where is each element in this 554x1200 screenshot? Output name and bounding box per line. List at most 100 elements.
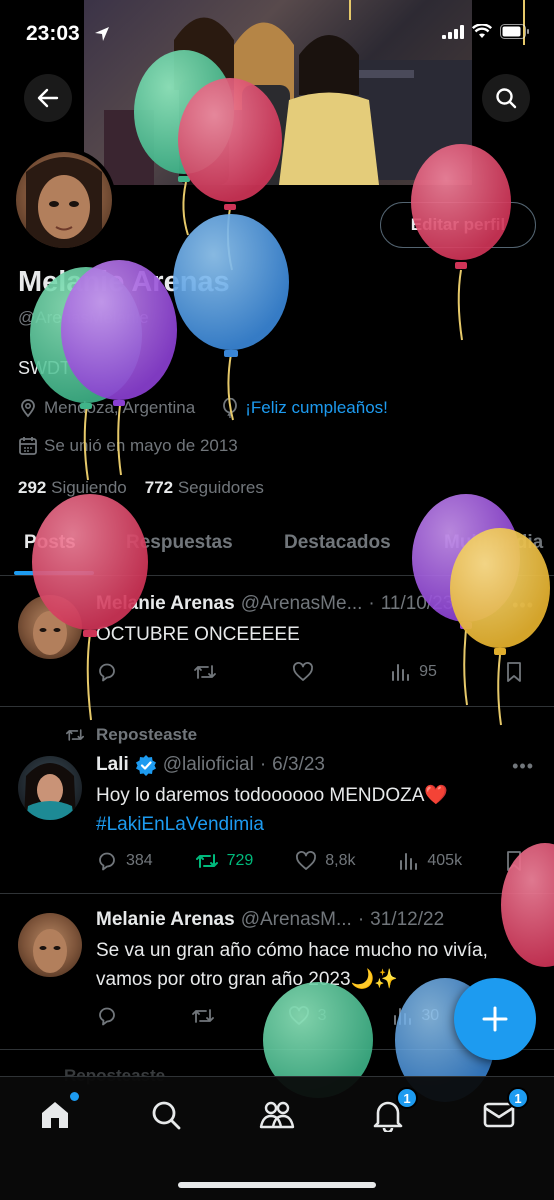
communities-icon <box>259 1101 295 1129</box>
tweet-item[interactable]: Melanie Arenas @ArenasMe... · 11/10/23 •… <box>0 577 554 707</box>
tweet-more-button[interactable]: ••• <box>512 756 534 777</box>
profile-location: Mendoza, Argentina <box>44 398 196 417</box>
plus-icon <box>482 1006 508 1032</box>
tweet-text: Hoy lo daremos todoooooo MENDOZA❤️ #Laki… <box>96 781 516 839</box>
balloon-icon <box>223 398 238 418</box>
tweet-author-name[interactable]: Melanie Arenas <box>96 909 235 931</box>
nav-home[interactable] <box>35 1092 79 1135</box>
follow-stats: 292 Siguiendo 772 Seguidores <box>18 478 264 498</box>
home-dot-badge <box>70 1092 79 1101</box>
tweet-actions: 384 729 8,8k 405k <box>96 850 528 872</box>
search-button[interactable] <box>482 74 530 122</box>
tweet-avatar[interactable] <box>18 595 82 659</box>
views-count: 405k <box>427 852 463 869</box>
tweet-more-button[interactable]: ••• <box>512 595 534 616</box>
like-icon <box>288 1006 309 1025</box>
repost-icon <box>191 1009 214 1023</box>
like-button[interactable] <box>292 661 322 683</box>
nav-search[interactable] <box>146 1095 186 1135</box>
like-count: 3 <box>317 1007 327 1024</box>
views-icon <box>392 664 410 681</box>
tweet-header: Lali @lalioficial · 6/3/23 <box>96 754 325 776</box>
repost-button[interactable] <box>193 661 225 683</box>
reply-button[interactable] <box>96 661 126 683</box>
tab-replies[interactable]: Respuestas <box>126 532 233 554</box>
search-icon <box>496 88 517 109</box>
tab-posts[interactable]: Posts <box>24 532 76 554</box>
repost-indicator: Reposteaste <box>64 725 197 745</box>
profile-avatar[interactable] <box>12 148 116 252</box>
battery-icon <box>500 24 530 39</box>
tweet-author-name[interactable]: Melanie Arenas <box>96 593 235 615</box>
home-indicator[interactable] <box>178 1182 376 1188</box>
like-button[interactable]: 3 <box>288 1005 327 1027</box>
location-pin-icon <box>21 399 35 418</box>
signal-icon <box>442 24 464 39</box>
edit-profile-button[interactable]: Editar perfil <box>380 202 536 248</box>
tweet-hashtag[interactable]: #LakiEnLaVendimia <box>96 810 516 839</box>
bookmark-icon <box>507 851 521 871</box>
following-count: 292 <box>18 478 47 497</box>
status-time: 23:03 <box>26 22 80 45</box>
profile-tabs: Posts Respuestas Destacados Multimedia <box>0 522 554 576</box>
reply-icon <box>99 852 115 871</box>
followers-label: Seguidores <box>177 478 264 497</box>
tweet-separator: · <box>357 909 365 930</box>
views-button[interactable]: 405k <box>397 850 462 872</box>
tweet-avatar[interactable] <box>18 756 82 820</box>
views-icon <box>400 853 418 870</box>
reply-count: 384 <box>126 852 153 869</box>
views-icon <box>394 1008 412 1025</box>
like-button[interactable]: 8,8k <box>295 850 355 872</box>
repost-icon <box>66 729 84 741</box>
tweet-date: 11/10/23 <box>380 593 454 614</box>
views-count: 30 <box>421 1007 440 1024</box>
profile-joined: Se unió en mayo de 2013 <box>44 436 238 455</box>
repost-count: 729 <box>226 852 254 869</box>
nav-messages[interactable]: 1 <box>479 1087 529 1135</box>
tweet-avatar[interactable] <box>18 913 82 977</box>
reply-button[interactable] <box>96 1005 126 1027</box>
tweet-actions: 95 <box>96 661 528 683</box>
tweet-separator: · <box>368 593 375 614</box>
tab-highlights[interactable]: Destacados <box>284 532 391 554</box>
tweet-author-handle: @ArenasMe... <box>240 593 363 614</box>
following-label: Siguiendo <box>51 478 127 497</box>
views-button[interactable]: 95 <box>389 661 437 683</box>
bookmark-button[interactable] <box>504 661 528 683</box>
tweet-date: 6/3/23 <box>272 754 325 775</box>
wifi-icon <box>472 24 492 39</box>
nav-notifications[interactable]: 1 <box>368 1087 418 1135</box>
repost-icon <box>194 665 216 679</box>
tweet-author-handle: @lalioficial <box>162 754 254 775</box>
back-button[interactable] <box>24 74 72 122</box>
location-arrow-icon <box>94 26 110 42</box>
compose-button[interactable] <box>454 978 536 1060</box>
following-link[interactable]: 292 Siguiendo <box>18 478 127 498</box>
followers-count: 772 <box>144 478 174 497</box>
nav-communities[interactable] <box>257 1095 297 1135</box>
followers-link[interactable]: 772 Seguidores <box>145 478 264 498</box>
views-count: 95 <box>419 663 437 680</box>
tweet-author-name[interactable]: Lali <box>96 754 129 776</box>
search-icon <box>152 1101 181 1130</box>
repost-label: Reposteaste <box>96 725 198 744</box>
like-icon <box>296 851 317 870</box>
tweet-text: OCTUBRE ONCEEEEE <box>96 624 300 645</box>
verified-icon <box>135 755 156 776</box>
profile-bio: SWDT <box>18 358 71 378</box>
tweet-date: 31/12/22 <box>370 909 445 930</box>
tweet-text: Se va un gran año cómo hace mucho no viv… <box>96 940 488 990</box>
tweet-item[interactable]: Reposteaste Lali @lalioficial · 6/3/23 •… <box>0 708 554 894</box>
reply-button[interactable]: 384 <box>96 850 153 872</box>
like-count: 8,8k <box>325 852 356 869</box>
tab-media[interactable]: Multimedia <box>444 532 543 554</box>
bookmark-icon <box>507 662 521 682</box>
tweet-author-handle: @ArenasM... <box>240 909 352 930</box>
views-button[interactable]: 30 <box>391 1005 439 1027</box>
repost-button[interactable]: 729 <box>195 850 254 872</box>
bookmark-button[interactable] <box>504 850 528 872</box>
repost-button[interactable] <box>191 1005 223 1027</box>
tweet-body: Hoy lo daremos todoooooo MENDOZA❤️ <box>96 785 449 806</box>
profile-birthday[interactable]: ¡Feliz cumpleaños! <box>245 398 388 418</box>
